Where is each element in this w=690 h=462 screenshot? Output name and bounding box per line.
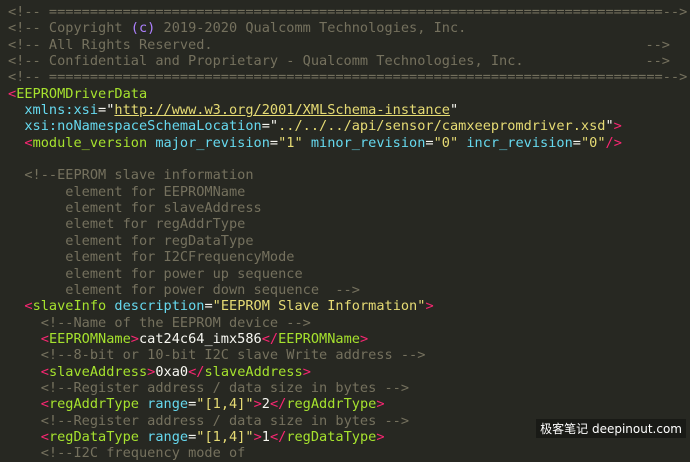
rights-comment: <!-- All Rights Reserved.: [8, 36, 213, 53]
eeprom-name-comment: <!--Name of the EEPROM device -->: [40, 314, 311, 331]
code-line: <module_version major_revision="1" minor…: [24, 134, 622, 151]
code-line: <slaveAddress>0xa0</slaveAddress>: [40, 363, 311, 380]
code-line: element for I2CFrequencyMode: [24, 249, 295, 266]
code-line: <!-- All Rights Reserved. -->: [8, 36, 670, 53]
eeprom-name-tag: EEPROMName: [48, 330, 131, 347]
code-line: <slaveInfo description="EEPROM Slave Inf…: [24, 298, 434, 315]
code-line: <!-- Confidential and Proprietary - Qual…: [8, 53, 670, 70]
code-line: xsi:noNamespaceSchemaLocation="../../../…: [24, 118, 622, 135]
module-version-tag: module_version: [32, 134, 148, 151]
code-line: element for regDataType: [24, 232, 254, 249]
code-line: <EEPROMName>cat24c64_imx586</EEPROMName>: [40, 330, 369, 347]
root-tag: EEPROMDriverData: [16, 85, 148, 102]
reg-data-type-value: 1: [261, 428, 270, 445]
watermark: 极客笔记 deepinout.com: [536, 419, 686, 438]
code-line: xmlns:xsi="http://www.w3.org/2001/XMLSch…: [24, 102, 459, 119]
confidential-comment: <!-- Confidential and Proprietary - Qual…: [8, 53, 524, 70]
code-line: <!-- ===================================…: [8, 69, 688, 86]
code-line: element for power down sequence -->: [24, 281, 360, 298]
eeprom-name-value: cat24c64_imx586: [138, 330, 262, 347]
schema-value: ../../../api/sensor/camxeepromdriver.xsd: [278, 118, 606, 135]
code-line: elemet for regAddrType: [24, 216, 246, 233]
register-comment: <!--Register address / data size in byte…: [40, 412, 410, 429]
code-line: <!--Name of the EEPROM device -->: [8, 315, 690, 331]
code-line: <!--8-bit or 10-bit I2C slave Write addr…: [8, 347, 690, 363]
reg-addr-type-value: 2: [261, 396, 270, 413]
xmlns-link[interactable]: http://www.w3.org/2001/XMLSchema-instanc…: [114, 102, 450, 118]
slave-info-tag: slaveInfo: [32, 298, 107, 315]
register-comment: <!--Register address / data size in byte…: [40, 379, 410, 396]
code-line: <!--I2C frequency mode of: [8, 445, 690, 461]
code-line: element for slaveAddress: [24, 200, 262, 217]
reg-addr-type-tag: regAddrType: [48, 396, 139, 413]
partial-comment: <!--I2C frequency mode of: [40, 445, 246, 462]
code-line: <!--EEPROM slave information: [8, 167, 690, 183]
code-line: <EEPROMDriverData: [8, 85, 148, 102]
code-line: <!--Register address / data size in byte…: [8, 380, 690, 396]
slave-address-value: 0xa0: [155, 363, 189, 380]
comment-rule: <!-- ===================================…: [8, 4, 647, 20]
code-line: <!-- Copyright (c) 2019-2020 Qualcomm Te…: [8, 20, 467, 37]
slave-comment: <!--EEPROM slave information: [24, 167, 254, 184]
xmlns-attr: xmlns:xsi: [24, 102, 99, 119]
reg-data-type-tag: regDataType: [48, 428, 139, 445]
code-editor[interactable]: <!-- ===================================…: [8, 4, 690, 462]
code-line: element for power up sequence: [24, 265, 303, 282]
schema-attr: xsi:noNamespaceSchemaLocation: [24, 118, 262, 135]
code-line: element for EEPROMName: [24, 183, 246, 200]
code-line: <regAddrType range="[1,4]">2</regAddrTyp…: [40, 396, 385, 413]
copyright-comment: <!-- Copyright: [8, 20, 131, 37]
slave-address-tag: slaveAddress: [48, 363, 148, 380]
code-line: <!-- ===================================…: [8, 4, 688, 20]
slave-address-comment: <!--8-bit or 10-bit I2C slave Write addr…: [40, 347, 426, 364]
comment-rule: <!-- ===================================…: [8, 69, 647, 86]
